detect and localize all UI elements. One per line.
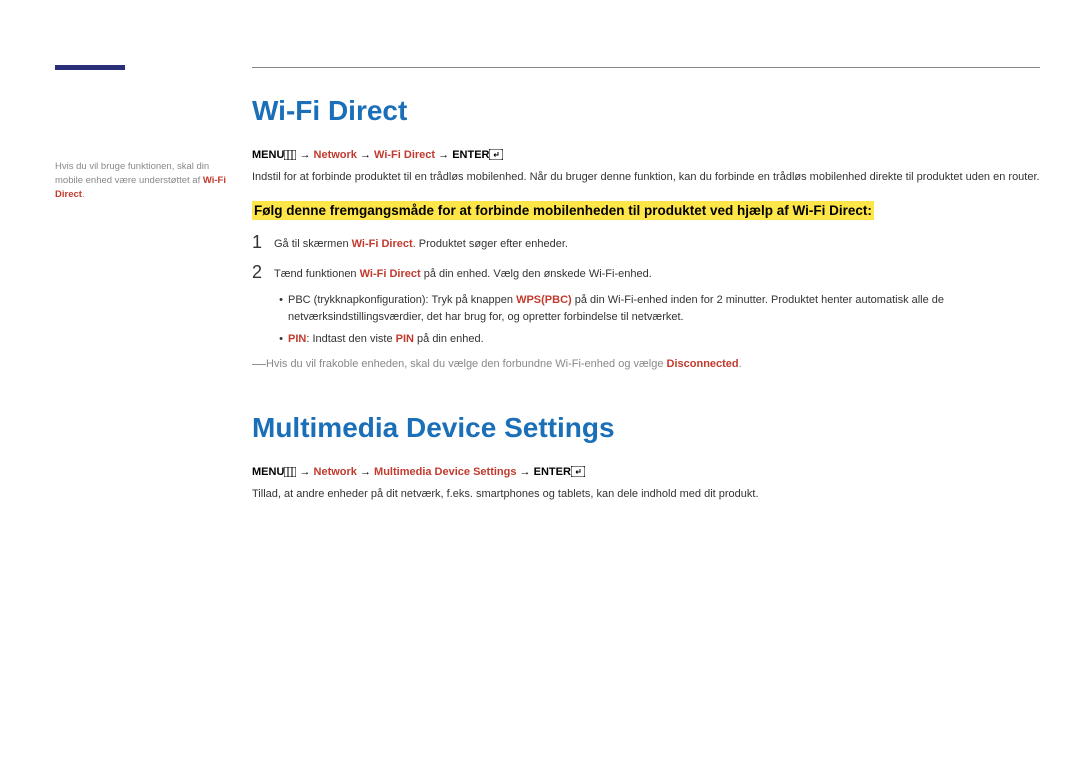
footnote: ― Hvis du vil frakoble enheden, skal du … (252, 356, 1040, 373)
note-post: . (739, 358, 742, 370)
manual-page: Hvis du vil bruge funktionen, skal din m… (0, 0, 1080, 763)
note-text: Hvis du vil frakoble enheden, skal du væ… (266, 356, 742, 373)
enter-return-icon (571, 466, 585, 478)
arrow: → (296, 466, 313, 478)
step-2: 2 Tænd funktionen Wi-Fi Direct på din en… (252, 263, 1040, 283)
enter-label: ENTER (534, 466, 571, 478)
step-text: Gå til skærmen Wi-Fi Direct. Produktet s… (274, 233, 568, 253)
bullet-text: PBC (trykknapkonfiguration): Tryk på kna… (288, 292, 1040, 325)
nav-network: Network (314, 466, 357, 478)
menu-label: MENU (252, 466, 284, 478)
arrow: → (516, 466, 533, 478)
nav-network: Network (314, 149, 357, 161)
multimedia-description: Tillad, at andre enheder på dit netværk,… (252, 486, 1040, 503)
step1-hl: Wi-Fi Direct (352, 238, 413, 250)
note-hl: Disconnected (667, 358, 739, 370)
sidebar-text-suffix: . (82, 189, 85, 200)
bullet-pin: • PIN: Indtast den viste PIN på din enhe… (274, 331, 1040, 348)
bullet-pbc: • PBC (trykknapkonfiguration): Tryk på k… (274, 292, 1040, 325)
arrow: → (435, 149, 452, 161)
sidebar-text-prefix: Hvis du vil bruge funktionen, skal din m… (55, 161, 209, 186)
note-dash: ― (252, 356, 266, 373)
step2-pre: Tænd funktionen (274, 268, 360, 280)
menu-path-wifi: MENU → Network → Wi-Fi Direct → ENTER (252, 149, 1040, 161)
step1-post: . Produktet søger efter enheder. (413, 238, 568, 250)
bullet-dot: • (274, 331, 288, 348)
menu-label: MENU (252, 149, 284, 161)
horizontal-rule (252, 67, 1040, 68)
main-content: Wi-Fi Direct MENU → Network → Wi-Fi Dire… (252, 60, 1040, 503)
nav-multimedia: Multimedia Device Settings (374, 466, 516, 478)
bullet-list: • PBC (trykknapkonfiguration): Tryk på k… (274, 292, 1040, 348)
bullet-text: PIN: Indtast den viste PIN på din enhed. (288, 331, 484, 348)
arrow: → (357, 466, 374, 478)
bullet-dot: • (274, 292, 288, 325)
b2-post: på din enhed. (414, 333, 484, 345)
step-1: 1 Gå til skærmen Wi-Fi Direct. Produktet… (252, 233, 1040, 253)
steps-list: 1 Gå til skærmen Wi-Fi Direct. Produktet… (252, 233, 1040, 282)
enter-label: ENTER (452, 149, 489, 161)
arrow: → (296, 149, 313, 161)
accent-bar (55, 65, 125, 70)
b2-hl2: PIN (396, 333, 414, 345)
section-multimedia: Multimedia Device Settings MENU → Networ… (252, 412, 1040, 503)
b2-mid: : Indtast den viste (306, 333, 395, 345)
section-title-wifi-direct: Wi-Fi Direct (252, 95, 1040, 127)
enter-return-icon (489, 149, 503, 161)
highlight-text: Følg denne fremgangsmåde for at forbinde… (252, 201, 874, 220)
sidebar-note: Hvis du vil bruge funktionen, skal din m… (55, 160, 235, 201)
b2-hl1: PIN (288, 333, 306, 345)
menu-grid-icon (284, 466, 296, 478)
section-title-multimedia: Multimedia Device Settings (252, 412, 1040, 444)
step-number: 1 (252, 233, 274, 251)
menu-path-multimedia: MENU → Network → Multimedia Device Setti… (252, 466, 1040, 478)
menu-grid-icon (284, 149, 296, 161)
arrow: → (357, 149, 374, 161)
nav-wifi-direct: Wi-Fi Direct (374, 149, 435, 161)
step2-post: på din enhed. Vælg den ønskede Wi-Fi-enh… (421, 268, 652, 280)
b1-pre: PBC (trykknapkonfiguration): Tryk på kna… (288, 294, 516, 306)
wifi-description: Indstil for at forbinde produktet til en… (252, 169, 1040, 186)
step2-hl: Wi-Fi Direct (360, 268, 421, 280)
highlight-instruction: Følg denne fremgangsmåde for at forbinde… (252, 200, 1040, 222)
step1-pre: Gå til skærmen (274, 238, 352, 250)
note-pre: Hvis du vil frakoble enheden, skal du væ… (266, 358, 667, 370)
b1-hl: WPS(PBC) (516, 294, 572, 306)
step-text: Tænd funktionen Wi-Fi Direct på din enhe… (274, 263, 652, 283)
step-number: 2 (252, 263, 274, 281)
